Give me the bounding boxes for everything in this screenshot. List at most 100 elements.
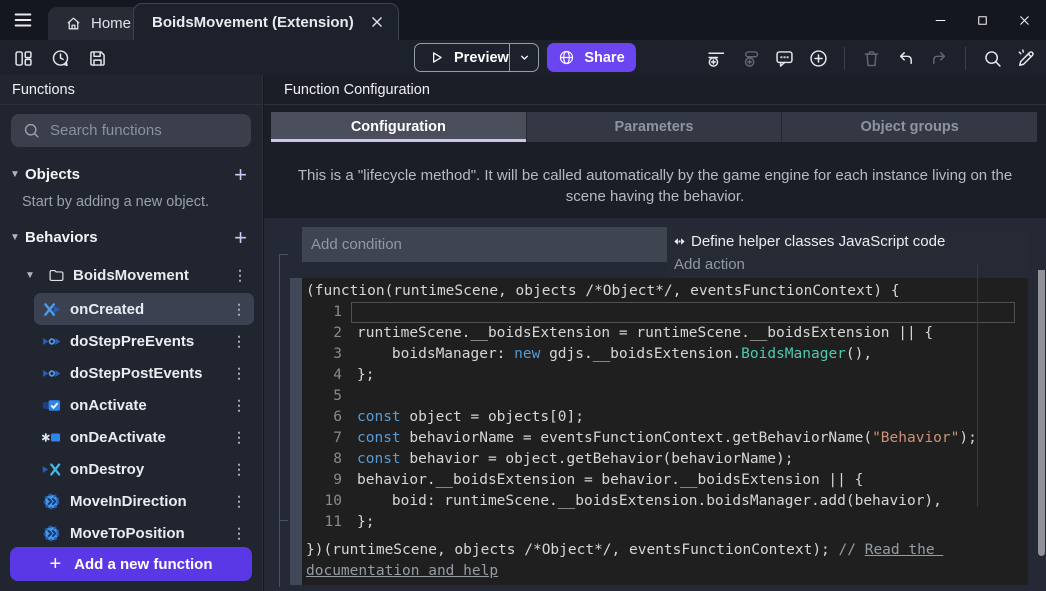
add-event-icon[interactable]	[703, 45, 729, 71]
behavior-ondeactivate-icon	[42, 428, 61, 447]
event-indent-tick	[279, 520, 288, 521]
code-line-10[interactable]: 10 boid: runtimeScene.__boidsExtension.b…	[302, 491, 1028, 512]
js-event-title: Define helper classes JavaScript code	[691, 233, 945, 250]
objects-section-header[interactable]: ▼ Objects +	[0, 162, 262, 187]
line-number: 1	[302, 302, 342, 323]
preview-main[interactable]: Preview	[415, 44, 509, 71]
code-token-kw: const	[357, 430, 401, 446]
code-line-11[interactable]: 11};	[302, 512, 1028, 533]
item-menu-icon[interactable]: ⋮	[232, 525, 246, 542]
code-header-line: (function(runtimeScene, objects /*Object…	[302, 281, 1028, 302]
folder-menu-icon[interactable]: ⋮	[233, 267, 247, 284]
js-code-icon	[672, 234, 687, 249]
line-content: const behaviorName = eventsFunctionConte…	[357, 428, 977, 449]
folder-label: BoidsMovement	[73, 267, 189, 284]
function-configuration-panel: Function Configuration ConfigurationPara…	[264, 75, 1046, 591]
sidebar-item-oncreated[interactable]: onCreated⋮	[34, 293, 254, 325]
add-subevent-icon[interactable]	[737, 45, 763, 71]
item-menu-icon[interactable]: ⋮	[232, 333, 246, 350]
menu-icon[interactable]	[9, 8, 37, 32]
chevron-down-icon	[517, 50, 532, 65]
close-icon[interactable]	[1017, 13, 1032, 28]
code-editor[interactable]: (function(runtimeScene, objects /*Object…	[302, 278, 1028, 585]
add-condition-button[interactable]: Add condition	[302, 227, 667, 262]
js-event-header[interactable]: Define helper classes JavaScript code	[672, 229, 1028, 253]
add-function-label: Add a new function	[74, 556, 212, 573]
code-line-9[interactable]: 9behavior.__boidsExtension = behavior.__…	[302, 470, 1028, 491]
search-icon[interactable]	[979, 45, 1005, 71]
tab-close-icon[interactable]	[370, 15, 384, 29]
add-circle-icon[interactable]	[805, 45, 831, 71]
tab-configuration[interactable]: Configuration	[271, 112, 527, 142]
code-line-4[interactable]: 4};	[302, 365, 1028, 386]
search-functions-input[interactable]	[11, 114, 251, 147]
line-content: boid: runtimeScene.__boidsExtension.boid…	[357, 491, 942, 512]
function-item-label: doStepPostEvents	[70, 365, 203, 382]
line-number: 7	[302, 428, 342, 449]
code-footer-line: })(runtimeScene, objects /*Object*/, eve…	[302, 540, 1028, 582]
code-line-1[interactable]: 1	[302, 302, 1028, 323]
code-line-5[interactable]: 5	[302, 386, 1028, 407]
sidebar-item-movetoposition[interactable]: MoveToPosition⋮	[34, 517, 254, 549]
sidebar-item-dosteppreevents[interactable]: doStepPreEvents⋮	[34, 325, 254, 357]
minimize-icon[interactable]	[933, 13, 948, 28]
toolbar-right-group	[703, 45, 1039, 71]
sidebar-item-ondestroy[interactable]: onDestroy⋮	[34, 453, 254, 485]
add-object-button[interactable]: +	[234, 165, 247, 185]
caret-down-icon: ▼	[10, 169, 25, 180]
undo-icon[interactable]	[892, 45, 918, 71]
edit-icon[interactable]	[1013, 45, 1039, 71]
add-comment-icon[interactable]	[771, 45, 797, 71]
line-number: 11	[302, 512, 342, 533]
code-scrollbar[interactable]	[1038, 270, 1045, 556]
behavior-folder-boidsmovement[interactable]: ▼ BoidsMovement ⋮	[0, 262, 262, 288]
item-menu-icon[interactable]: ⋮	[232, 397, 246, 414]
item-menu-icon[interactable]: ⋮	[232, 429, 246, 446]
add-function-button[interactable]: + Add a new function	[10, 547, 252, 581]
sidebar-item-onactivate[interactable]: onActivate ⋮	[34, 389, 254, 421]
add-action-button[interactable]: Add action	[672, 253, 1028, 276]
panels-icon[interactable]	[10, 45, 36, 71]
trash-icon[interactable]	[858, 45, 884, 71]
function-item-label: onDeActivate	[70, 429, 166, 446]
behavior-onactivate-icon	[42, 396, 61, 415]
tab-parameters[interactable]: Parameters	[527, 112, 783, 142]
line-content: };	[357, 365, 374, 386]
code-line-6[interactable]: 6const object = objects[0];	[302, 407, 1028, 428]
code-token-str: "Behavior"	[872, 430, 959, 446]
window-titlebar: Home BoidsMovement (Extension)	[0, 0, 1046, 40]
sidebar-item-ondeactivate[interactable]: onDeActivate ⋮	[34, 421, 254, 453]
maximize-icon[interactable]	[975, 13, 990, 28]
code-token-comment: //	[839, 542, 865, 558]
sidebar-item-dosteppostevents[interactable]: doStepPostEvents ⋮	[34, 357, 254, 389]
item-menu-icon[interactable]: ⋮	[232, 301, 246, 318]
redo-icon[interactable]	[926, 45, 952, 71]
tab-active-label: BoidsMovement (Extension)	[152, 14, 354, 31]
code-line-7[interactable]: 7 const behaviorName = eventsFunctionCont…	[302, 428, 1028, 449]
preview-dropdown-button[interactable]	[509, 44, 538, 71]
line-number: 5	[302, 386, 342, 407]
history-icon[interactable]	[47, 45, 73, 71]
event-drag-handle[interactable]	[290, 278, 302, 585]
code-line-8[interactable]: 8const behavior = object.getBehavior(beh…	[302, 449, 1028, 470]
item-menu-icon[interactable]: ⋮	[232, 493, 246, 510]
sidebar-title: Functions	[0, 75, 262, 105]
sidebar-item-moveindirection[interactable]: MoveInDirection⋮	[34, 485, 254, 517]
share-button[interactable]: Share	[547, 43, 636, 72]
tab-object-groups[interactable]: Object groups	[782, 112, 1037, 142]
behaviors-section-header[interactable]: ▼ Behaviors +	[0, 225, 262, 250]
function-item-label: onActivate	[70, 397, 147, 414]
code-line-3[interactable]: 3 boidsManager: new gdjs.__boidsExtensio…	[302, 344, 1028, 365]
share-label: Share	[584, 50, 624, 66]
tab-boidsmovement-extension[interactable]: BoidsMovement (Extension)	[133, 3, 399, 40]
add-behavior-button[interactable]: +	[234, 228, 247, 248]
item-menu-icon[interactable]: ⋮	[232, 365, 246, 382]
js-code-event: Define helper classes JavaScript code Ad…	[667, 227, 1028, 278]
preview-button[interactable]: Preview	[414, 43, 539, 72]
code-line-2[interactable]: 2runtimeScene.__boidsExtension = runtime…	[302, 323, 1028, 344]
line-number: 4	[302, 365, 342, 386]
line-content: runtimeScene.__boidsExtension = runtimeS…	[357, 323, 933, 344]
functions-sidebar: Functions ▼ Objects + Start by adding a …	[0, 75, 263, 591]
item-menu-icon[interactable]: ⋮	[232, 461, 246, 478]
save-icon[interactable]	[84, 45, 110, 71]
